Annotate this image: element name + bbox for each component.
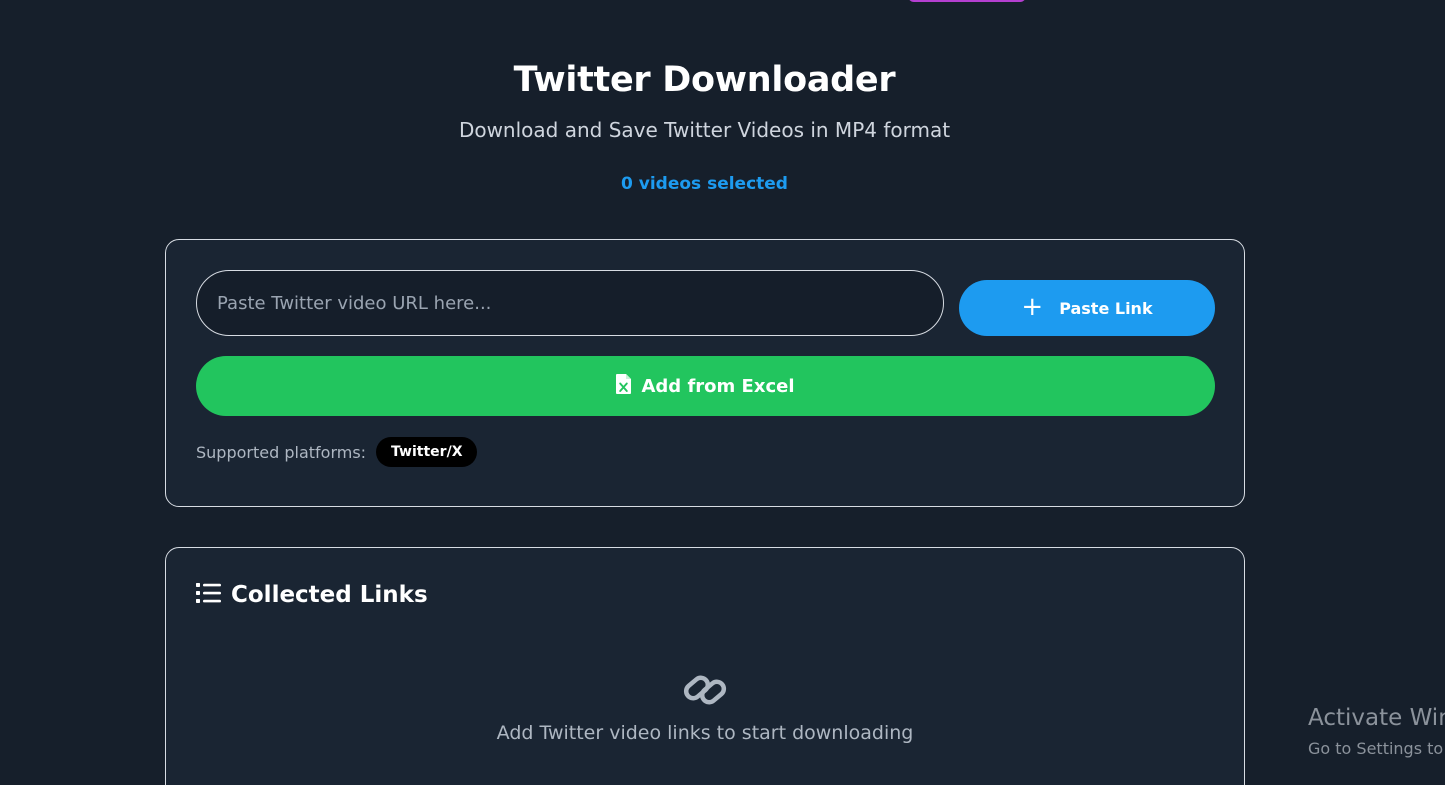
paste-link-button[interactable]: + Paste Link [959,280,1215,336]
plus-icon: + [1021,291,1044,322]
collected-links-title: Collected Links [231,582,428,608]
supported-platforms: Supported platforms: Twitter/X [196,436,478,468]
activate-windows-subtitle: Go to Settings to [1308,739,1444,758]
add-from-excel-button[interactable]: Add from Excel [196,356,1215,416]
page: Twitter Downloader Download and Save Twi… [0,0,1445,785]
collected-links-header: Collected Links [196,582,428,608]
empty-state: Add Twitter video links to start downloa… [166,670,1244,744]
activate-windows-title: Activate Win [1308,705,1445,731]
platform-badge-twitter: Twitter/X [376,437,478,467]
selected-count: 0 videos selected [621,174,788,194]
page-title: Twitter Downloader [513,60,896,100]
add-from-excel-label: Add from Excel [641,375,795,397]
link-icon [681,670,729,714]
supported-platforms-label: Supported platforms: [196,442,367,462]
paste-link-label: Paste Link [1059,298,1153,318]
input-card: + Paste Link Add from Excel Supported pl… [165,239,1245,507]
list-icon [196,582,221,608]
empty-state-text: Add Twitter video links to start downloa… [496,722,914,744]
top-accent-bar [908,0,1026,2]
page-subtitle: Download and Save Twitter Videos in MP4 … [458,118,951,142]
excel-file-icon [616,373,632,399]
collected-links-card: Collected Links Add Twitter video links … [165,547,1245,785]
url-input[interactable] [196,270,944,336]
